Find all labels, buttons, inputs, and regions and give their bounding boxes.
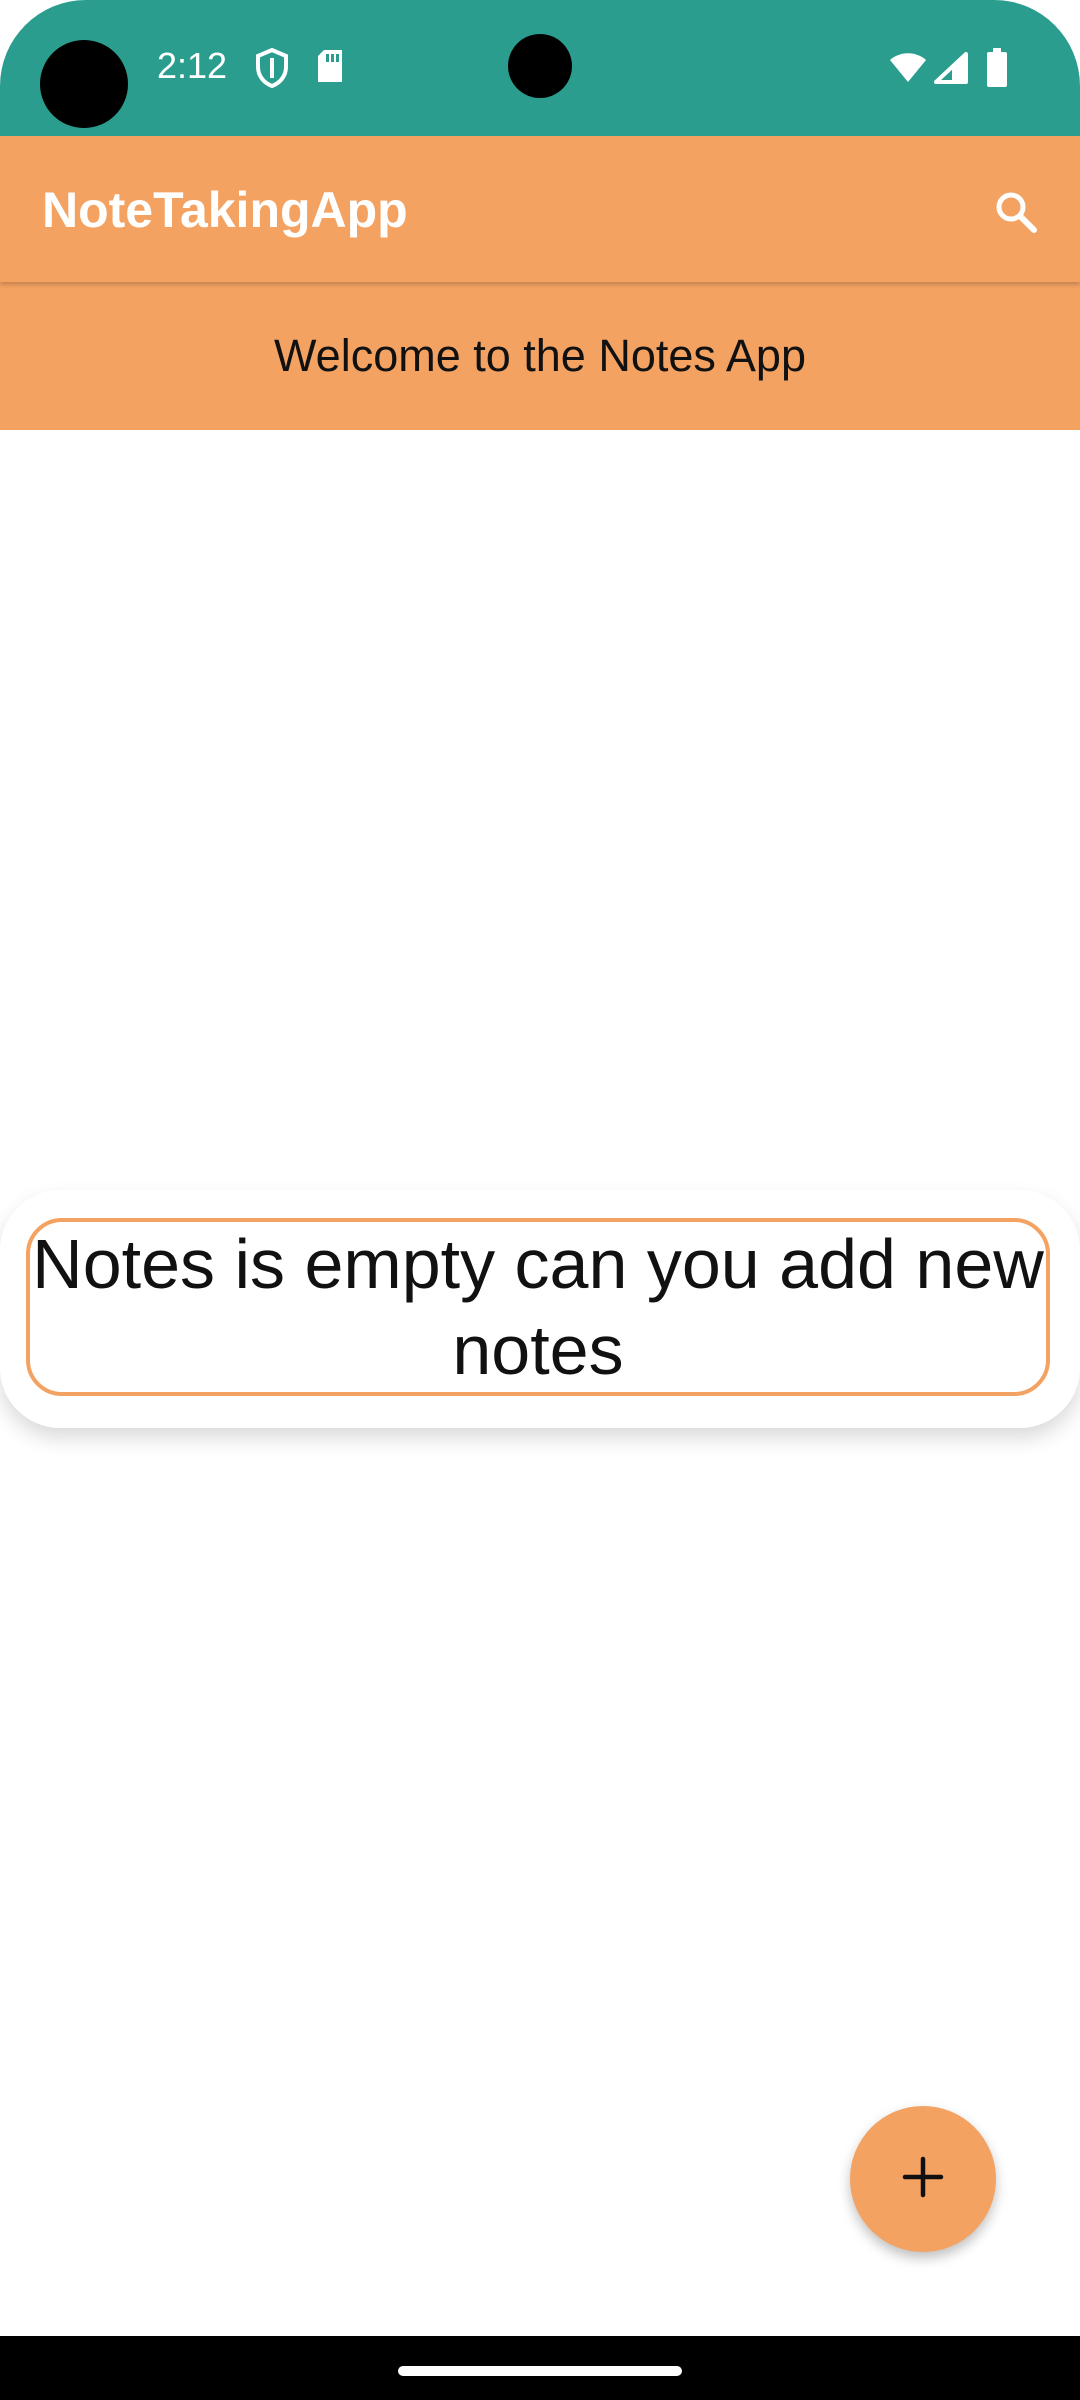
- sd-card-icon: [316, 48, 344, 89]
- empty-state-message: Notes is empty can you add new notes: [32, 1225, 1044, 1389]
- navigation-bar: [0, 2336, 1080, 2400]
- welcome-text: Welcome to the Notes App: [274, 330, 806, 381]
- app-bar: NoteTakingApp: [0, 136, 1080, 282]
- welcome-banner: Welcome to the Notes App: [0, 282, 1080, 430]
- plus-icon: [901, 2155, 945, 2204]
- status-bar: 2:12: [0, 0, 1080, 136]
- cell-signal-icon: [934, 52, 968, 89]
- empty-state-box: Notes is empty can you add new notes: [26, 1218, 1050, 1396]
- search-button[interactable]: [976, 172, 1056, 252]
- screen: 2:12 NoteTakingApp Welcome to the Notes …: [0, 0, 1080, 2400]
- home-gesture-handle[interactable]: [398, 2366, 682, 2376]
- shield-icon: [255, 47, 289, 93]
- battery-icon: [986, 48, 1008, 93]
- status-time: 2:12: [157, 45, 228, 86]
- empty-state-card: Notes is empty can you add new notes: [0, 1190, 1080, 1428]
- app-title: NoteTakingApp: [42, 182, 408, 238]
- wifi-icon: [888, 52, 928, 89]
- add-note-button[interactable]: [850, 2106, 996, 2252]
- camera-cutout: [40, 40, 128, 128]
- search-icon: [992, 188, 1040, 241]
- front-camera: [508, 34, 572, 98]
